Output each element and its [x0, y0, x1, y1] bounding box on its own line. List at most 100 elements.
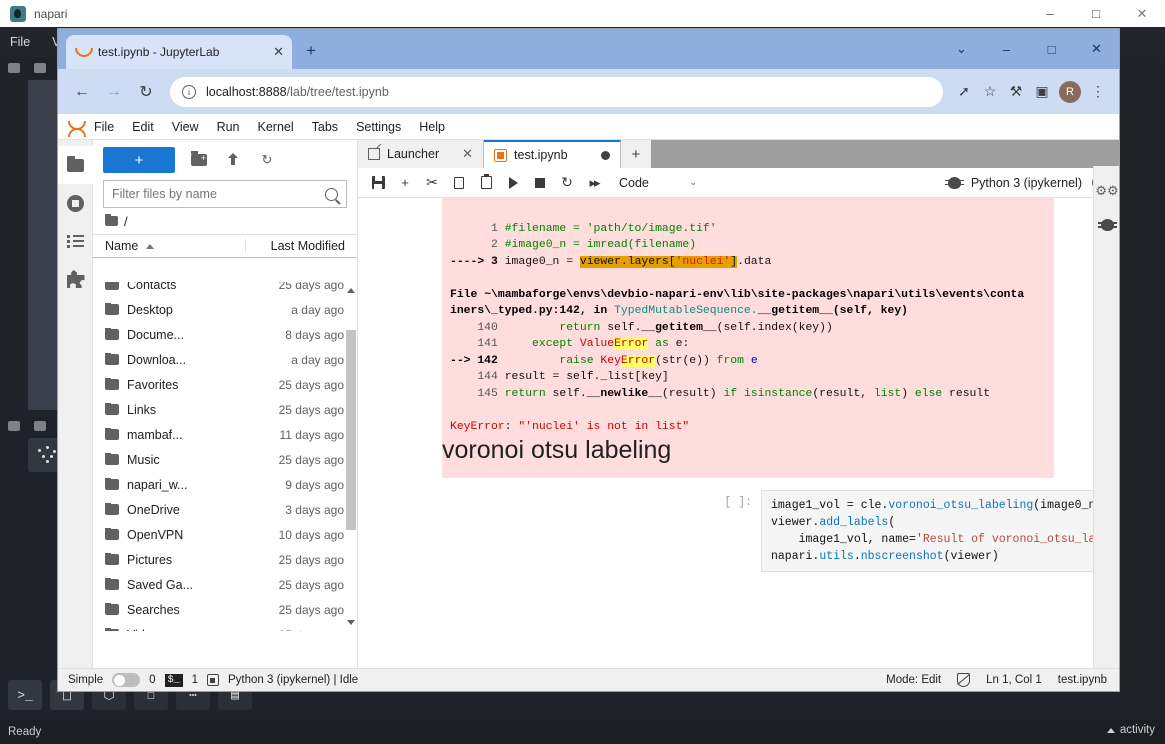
napari-menu-file[interactable]: File — [10, 35, 30, 49]
browser-tab-jupyterlab[interactable]: test.ipynb - JupyterLab ✕ — [66, 35, 292, 69]
napari-maximize-button[interactable]: □ — [1073, 0, 1119, 27]
extensions-icon[interactable]: ⚒ — [1003, 79, 1029, 105]
file-list-item[interactable]: mambaf...11 days ago — [93, 422, 358, 447]
file-list-item[interactable]: Searches25 days ago — [93, 597, 358, 622]
info-icon[interactable]: i — [182, 85, 196, 99]
edit-mode-label[interactable]: Mode: Edit — [886, 674, 941, 686]
scroll-down-icon[interactable] — [347, 620, 355, 625]
sidebar-item-extension-manager[interactable] — [58, 260, 93, 298]
scroll-up-icon[interactable] — [347, 288, 355, 293]
chrome-close-button[interactable]: ✕ — [1074, 29, 1119, 69]
menu-file[interactable]: File — [94, 120, 114, 134]
no-trust-icon[interactable] — [957, 673, 970, 687]
save-button[interactable] — [366, 171, 390, 195]
tab-search-icon[interactable]: ⌄ — [939, 29, 984, 69]
file-list-item[interactable]: Links25 days ago — [93, 397, 358, 422]
file-filter-box[interactable] — [103, 180, 347, 208]
paste-cells-button[interactable] — [474, 171, 498, 195]
sidepanel-icon[interactable]: ▣ — [1029, 79, 1055, 105]
file-list-item[interactable]: Contacts25 days ago — [93, 282, 358, 297]
menu-help[interactable]: Help — [419, 120, 445, 134]
file-list-item[interactable]: Pictures25 days ago — [93, 547, 358, 572]
file-list-item[interactable]: Favorites25 days ago — [93, 372, 358, 397]
breadcrumb-root[interactable]: / — [124, 214, 128, 229]
tab-test-ipynb[interactable]: test.ipynb — [484, 140, 621, 168]
restart-kernel-button[interactable]: ↻ — [555, 171, 579, 195]
terminal-count[interactable]: 1 — [192, 674, 198, 686]
napari-minimize-button[interactable]: – — [1027, 0, 1073, 27]
insert-cell-button[interactable]: + — [393, 171, 417, 195]
sidebar-item-file-browser[interactable] — [58, 146, 93, 184]
breadcrumb[interactable]: / — [93, 208, 357, 234]
star-icon[interactable]: ☆ — [977, 79, 1003, 105]
terminal-icon[interactable]: >_ — [8, 680, 42, 710]
file-list-item[interactable]: Music25 days ago — [93, 447, 358, 472]
window-icon[interactable] — [34, 63, 46, 73]
kernel-name-label[interactable]: Python 3 (ipykernel) — [971, 176, 1082, 190]
scrollbar-thumb[interactable] — [346, 330, 356, 530]
debugger-icon[interactable] — [948, 177, 961, 189]
window-icon[interactable] — [34, 421, 46, 431]
close-icon[interactable]: ✕ — [462, 146, 473, 162]
unsaved-indicator-icon[interactable] — [601, 151, 610, 160]
new-tab-button[interactable]: + — [306, 41, 316, 61]
file-list-item[interactable]: Desktopa day ago — [93, 297, 358, 322]
chrome-minimize-button[interactable]: – — [984, 29, 1029, 69]
file-list-item[interactable]: Downloa...a day ago — [93, 347, 358, 372]
chrome-maximize-button[interactable]: □ — [1029, 29, 1074, 69]
cell-editor[interactable]: image1_vol = cle.voronoi_otsu_labeling(i… — [761, 490, 1119, 572]
reload-button[interactable]: ↻ — [130, 76, 162, 108]
sidebar-item-running-sessions[interactable] — [58, 184, 93, 222]
restart-run-all-button[interactable]: ▸▸ — [582, 171, 606, 195]
share-icon[interactable]: ➚ — [951, 79, 977, 105]
notebook-cell-code[interactable]: [ ]: image1_vol = cle.voronoi_otsu_label… — [715, 490, 1119, 572]
cell-type-dropdown[interactable]: Code ⌄ — [619, 172, 697, 194]
terminal-icon[interactable]: $_ — [165, 674, 183, 687]
close-icon[interactable]: ✕ — [273, 44, 284, 60]
sidebar-item-table-of-contents[interactable] — [58, 222, 93, 260]
refresh-button[interactable]: ↻ — [257, 150, 277, 170]
file-filter-input[interactable] — [112, 187, 325, 201]
file-list-item[interactable]: Saved Ga...25 days ago — [93, 572, 358, 597]
copy-cells-button[interactable] — [447, 171, 471, 195]
napari-activity-button[interactable]: activity — [1107, 724, 1155, 736]
chrome-menu-icon[interactable]: ⋮ — [1085, 79, 1111, 105]
menu-run[interactable]: Run — [217, 120, 240, 134]
menu-tabs[interactable]: Tabs — [312, 120, 338, 134]
file-list-item[interactable]: napari_w...9 days ago — [93, 472, 358, 497]
tab-launcher[interactable]: Launcher ✕ — [358, 140, 484, 168]
menu-settings[interactable]: Settings — [356, 120, 401, 134]
column-header-name[interactable]: Name — [93, 239, 245, 253]
simple-mode-toggle[interactable] — [112, 673, 140, 687]
address-bar[interactable]: i localhost:8888/lab/tree/test.ipynb — [170, 77, 943, 107]
file-item-modified: 8 days ago — [246, 328, 358, 342]
sidebar-item-debugger[interactable] — [1094, 208, 1120, 242]
forward-button[interactable]: → — [98, 76, 130, 108]
cut-cells-button[interactable]: ✂ — [420, 171, 444, 195]
upload-button[interactable] — [223, 150, 243, 170]
new-launcher-button[interactable]: + — [103, 147, 175, 173]
new-folder-button[interactable] — [189, 150, 209, 170]
back-button[interactable]: ← — [66, 76, 98, 108]
sidebar-item-property-inspector[interactable]: ⚙⚙ — [1094, 174, 1120, 208]
file-list-item[interactable]: Videos25 days ago — [93, 622, 358, 631]
run-cell-button[interactable] — [501, 171, 525, 195]
menu-view[interactable]: View — [172, 120, 199, 134]
file-list-item[interactable]: OpenVPN10 days ago — [93, 522, 358, 547]
jupyterlab-left-sidebar — [58, 140, 93, 668]
napari-close-button[interactable]: ✕ — [1119, 0, 1165, 27]
interrupt-kernel-button[interactable] — [528, 171, 552, 195]
column-header-last-modified[interactable]: Last Modified — [245, 239, 357, 253]
add-tab-button[interactable]: + — [621, 140, 652, 168]
file-list-item[interactable]: Docume...8 days ago — [93, 322, 358, 347]
avatar[interactable]: R — [1059, 81, 1081, 103]
file-list-item[interactable]: OneDrive3 days ago — [93, 497, 358, 522]
file-list-scrollbar[interactable] — [345, 282, 357, 631]
menu-kernel[interactable]: Kernel — [258, 120, 294, 134]
kernel-status-text[interactable]: Python 3 (ipykernel) | Idle — [228, 674, 358, 686]
kernel-count[interactable]: 0 — [149, 674, 155, 686]
cpu-icon[interactable] — [207, 674, 219, 686]
eye-icon[interactable] — [8, 421, 20, 431]
menu-edit[interactable]: Edit — [132, 120, 154, 134]
eye-icon[interactable] — [8, 63, 20, 73]
